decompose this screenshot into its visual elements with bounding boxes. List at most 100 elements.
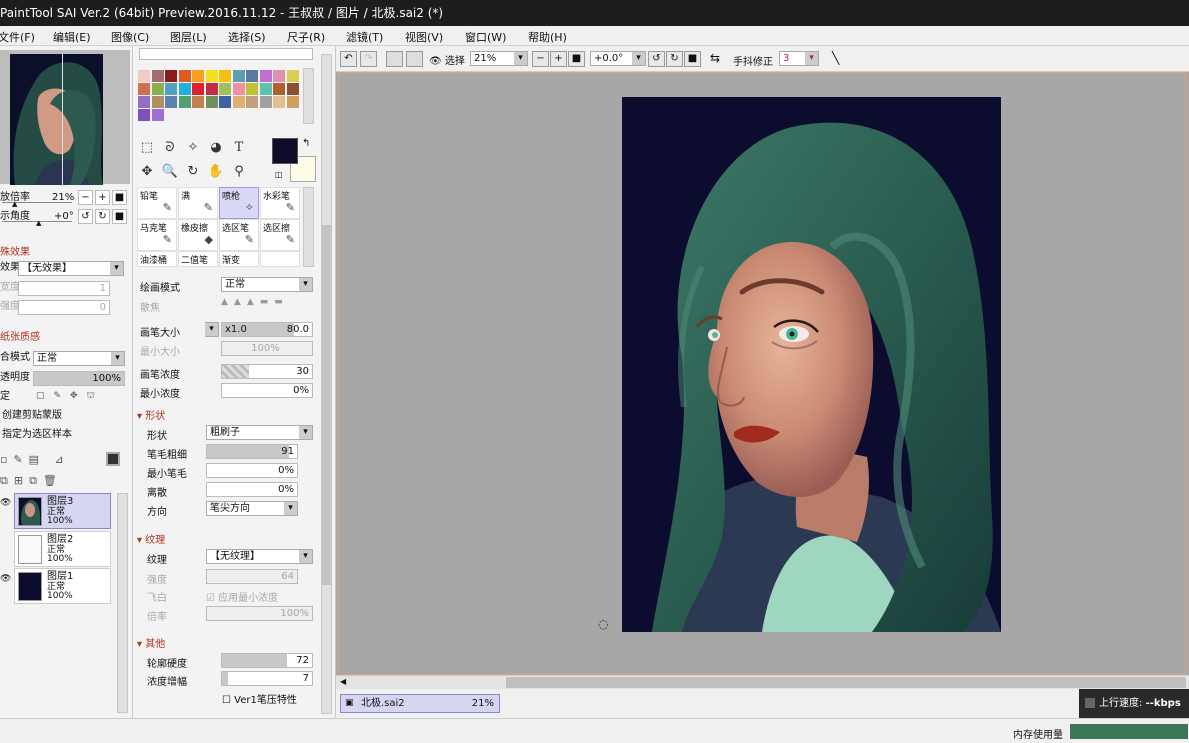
brush-slot[interactable]: 油漆桶	[137, 251, 177, 267]
brush-slot[interactable]: 渐变	[219, 251, 259, 267]
menu-ruler[interactable]: 尺子(R)	[287, 29, 325, 45]
select-rect-icon[interactable]: ⬚	[137, 138, 157, 158]
move-icon[interactable]: ✥	[137, 162, 157, 182]
palette-swatch[interactable]	[205, 96, 218, 108]
brush-slot[interactable]: 满 ✎	[178, 187, 218, 219]
flip-horizontal-icon[interactable]: ⇆	[710, 51, 720, 65]
size-multiplier-dropdown[interactable]	[205, 322, 219, 337]
magic-wand-icon[interactable]: ✧	[183, 138, 203, 158]
palette-swatch[interactable]	[151, 83, 164, 95]
angle-dropdown[interactable]: +0.0°	[590, 51, 646, 66]
brush-slot[interactable]: 喷枪 ✧	[219, 187, 259, 219]
palette-swatch[interactable]	[138, 70, 150, 82]
toolbar-rotate-reset-button[interactable]: ■	[684, 51, 701, 67]
brush-size-slider[interactable]: x1.0 80.0	[221, 322, 313, 337]
palette-swatch[interactable]	[219, 96, 231, 108]
selection-sample-option[interactable]: 指定为选区样本	[2, 426, 72, 444]
canvas-viewport[interactable]: ◌	[336, 72, 1189, 675]
palette-swatch[interactable]	[246, 83, 258, 95]
texture-dropdown[interactable]: 【无纹理】	[206, 549, 313, 564]
artwork-canvas[interactable]	[622, 97, 1001, 632]
palette-swatch[interactable]	[232, 70, 245, 82]
min-bristle-slider[interactable]: 0%	[206, 463, 298, 478]
palette-swatch[interactable]	[273, 83, 285, 95]
palette-swatch[interactable]	[273, 70, 285, 82]
palette-swatch[interactable]	[259, 96, 272, 108]
brush-density-slider[interactable]: 30	[221, 364, 313, 379]
palette-swatch[interactable]	[246, 96, 258, 108]
palette-swatch[interactable]	[138, 96, 150, 108]
blend-mode-dropdown[interactable]: 正常	[33, 351, 125, 366]
palette-swatch[interactable]	[138, 83, 150, 95]
show-selection-toggle[interactable]: 👁 选择	[429, 52, 465, 67]
deselect-button[interactable]	[386, 51, 403, 67]
eyedropper-icon[interactable]: ⚲	[229, 162, 249, 182]
palette-swatch[interactable]	[192, 83, 204, 95]
palette-swatch[interactable]	[259, 70, 272, 82]
swap-colors-icon[interactable]: ↰	[302, 138, 310, 149]
hardness-slider[interactable]: 72	[221, 653, 313, 668]
direction-dropdown[interactable]: 笔尖方向	[206, 501, 298, 516]
hand-icon[interactable]: ✋	[206, 162, 226, 182]
tool-panel-scrollbar[interactable]	[321, 54, 332, 714]
toolbar-zoom-out-button[interactable]: −	[532, 51, 549, 67]
bucket-select-icon[interactable]: ◕	[206, 138, 226, 158]
layer-item-3[interactable]: 图层3 正常 100%	[14, 493, 111, 529]
brush-slot[interactable]: 二值笔	[178, 251, 218, 267]
palette-swatch[interactable]	[138, 109, 150, 121]
menu-layer[interactable]: 图层(L)	[170, 29, 207, 45]
opacity-slider[interactable]: 100%	[33, 371, 125, 386]
palette-swatch[interactable]	[192, 70, 204, 82]
palette-swatch[interactable]	[151, 70, 164, 82]
min-density-slider[interactable]: 0%	[221, 383, 313, 398]
scroll-thumb[interactable]	[506, 677, 1186, 688]
navigator-thumbnail[interactable]	[0, 50, 130, 185]
menu-file[interactable]: 文件(F)	[0, 29, 35, 45]
bristle-slider[interactable]: 91	[206, 444, 298, 459]
layer-item-2[interactable]: 图层2 正常 100%	[14, 531, 111, 567]
canvas-horizontal-scrollbar[interactable]: ◀	[336, 675, 1189, 689]
menu-edit[interactable]: 编辑(E)	[53, 29, 91, 45]
transparent-color-icon[interactable]: ◫	[275, 170, 283, 179]
zoom-in-button[interactable]: +	[95, 190, 110, 205]
palette-swatch[interactable]	[151, 96, 164, 108]
palette-swatch[interactable]	[286, 96, 299, 108]
angle-slider-thumb[interactable]: ▲	[36, 219, 41, 227]
rotate-reset-button[interactable]: ■	[112, 209, 127, 224]
brush-slot[interactable]: 选区笔 ✎	[219, 219, 259, 251]
palette-swatch[interactable]	[151, 109, 164, 121]
layer-item-1[interactable]: 图层1 正常 100%	[14, 568, 111, 604]
rotate-right-button[interactable]: ↻	[95, 209, 110, 224]
brush-slot[interactable]: 选区擦 ✎	[260, 219, 300, 251]
palette-swatch[interactable]	[286, 70, 299, 82]
scatter2-slider[interactable]: 0%	[206, 482, 298, 497]
toolbar-rotate-right-button[interactable]: ↻	[666, 51, 683, 67]
menu-filter[interactable]: 滤镜(T)	[346, 29, 383, 45]
zoom-icon[interactable]: 🔍	[160, 162, 180, 182]
color-palette[interactable]	[138, 70, 308, 126]
palette-swatch[interactable]	[286, 83, 299, 95]
brush-scrollbar[interactable]	[303, 187, 314, 267]
toolbar-zoom-in-button[interactable]: +	[550, 51, 567, 67]
menu-view[interactable]: 视图(V)	[405, 29, 443, 45]
clip-mask-option[interactable]: 创建剪贴蒙版	[2, 407, 62, 425]
palette-swatch[interactable]	[178, 70, 191, 82]
menu-window[interactable]: 窗口(W)	[465, 29, 506, 45]
layer2-visibility-icon[interactable]	[0, 535, 12, 547]
palette-swatch[interactable]	[246, 70, 258, 82]
palette-swatch[interactable]	[178, 83, 191, 95]
primary-color-swatch[interactable]	[272, 138, 298, 164]
stabilizer-dropdown[interactable]: 3	[779, 51, 819, 66]
redo-button[interactable]: ↷	[360, 51, 377, 67]
brush-slot[interactable]: 铅笔 ✎	[137, 187, 177, 219]
palette-swatch[interactable]	[232, 96, 245, 108]
scroll-left-icon[interactable]: ◀	[340, 677, 346, 686]
palette-swatch[interactable]	[259, 83, 272, 95]
ver1-pressure-checkbox[interactable]: ☐ Ver1笔压特性	[222, 691, 297, 706]
draw-mode-dropdown[interactable]: 正常	[221, 277, 313, 292]
palette-swatch[interactable]	[205, 70, 218, 82]
layer-list-scrollbar[interactable]	[117, 493, 128, 713]
palette-swatch[interactable]	[165, 83, 177, 95]
invert-select-button[interactable]	[406, 51, 423, 67]
palette-swatch[interactable]	[178, 96, 191, 108]
